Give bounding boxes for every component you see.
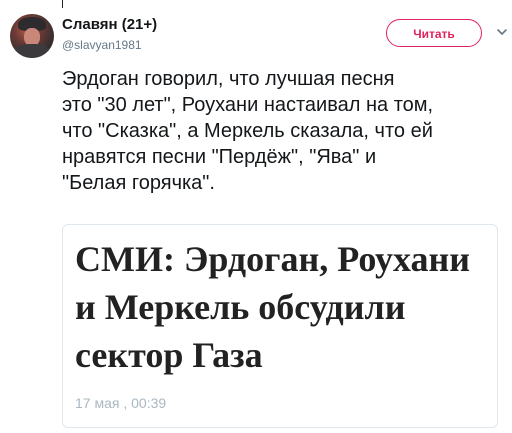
chevron-down-icon[interactable] bbox=[496, 26, 508, 38]
text-cursor bbox=[62, 0, 63, 8]
card-title[interactable]: СМИ: Эрдоган, Роухани и Меркель обсудили… bbox=[75, 235, 490, 379]
avatar-coat bbox=[14, 44, 50, 58]
author-name[interactable]: Славян (21+) bbox=[62, 16, 157, 33]
author-handle[interactable]: @slavyan1981 bbox=[62, 38, 142, 52]
avatar[interactable] bbox=[10, 14, 54, 58]
tweet-text: Эрдоган говорил, что лучшая песня это "3… bbox=[62, 68, 434, 194]
follow-button[interactable]: Читать bbox=[386, 19, 482, 47]
link-card[interactable]: СМИ: Эрдоган, Роухани и Меркель обсудили… bbox=[62, 224, 498, 428]
card-date: 17 мая , 00:39 bbox=[75, 395, 167, 411]
